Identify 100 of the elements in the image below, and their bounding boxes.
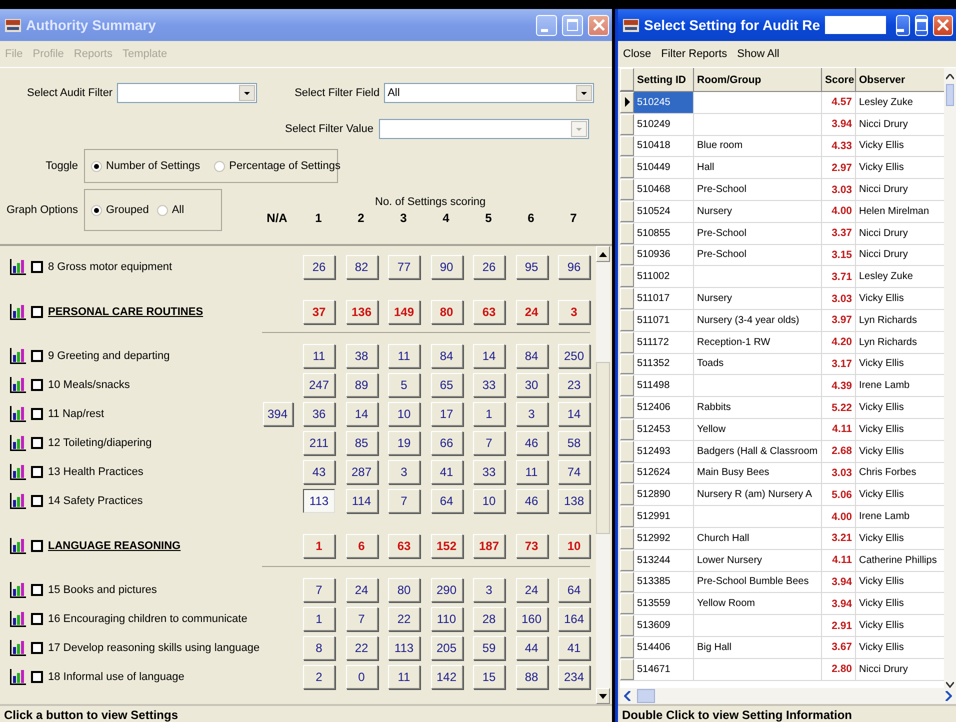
checkbox[interactable] [31,378,43,390]
checkbox[interactable] [31,306,43,318]
value-button[interactable]: 164 [558,606,590,630]
value-button[interactable]: 63 [388,534,420,558]
value-button[interactable]: 36 [303,402,335,426]
radio-option[interactable]: Percentage of Settings [214,160,340,172]
checkbox[interactable] [31,642,43,654]
value-button[interactable]: 187 [473,534,505,558]
value-button[interactable]: 7 [473,430,505,454]
value-button[interactable]: 3 [516,402,548,426]
checkbox[interactable] [31,670,43,682]
value-button[interactable]: 7 [346,606,378,630]
value-button[interactable]: 136 [346,300,378,324]
value-button[interactable]: 24 [346,578,378,602]
scrollbar[interactable] [596,246,610,704]
value-button[interactable]: 95 [516,254,548,278]
value-button[interactable]: 30 [516,372,548,396]
value-button[interactable]: 22 [346,636,378,660]
menu-item[interactable]: Show All [737,48,780,60]
value-button[interactable]: 46 [516,430,548,454]
value-button[interactable]: 7 [388,488,420,512]
checkbox[interactable] [31,260,43,272]
value-button[interactable]: 142 [430,664,462,688]
value-button[interactable]: 77 [388,254,420,278]
value-button[interactable]: 11 [303,344,335,368]
value-button[interactable]: 10 [388,402,420,426]
menu-item[interactable]: Close [623,48,652,60]
value-button[interactable]: 234 [558,664,590,688]
value-button[interactable]: 26 [303,254,335,278]
value-button[interactable]: 15 [473,664,505,688]
value-button[interactable]: 44 [516,636,548,660]
value-button[interactable]: 96 [558,254,590,278]
value-button[interactable]: 7 [303,578,335,602]
value-button[interactable]: 3 [558,300,590,324]
value-button[interactable]: 113 [388,636,420,660]
value-button[interactable]: 43 [303,460,335,484]
checkbox[interactable] [31,466,43,478]
value-button[interactable]: 84 [430,344,462,368]
value-button[interactable]: 287 [346,460,378,484]
value-button[interactable]: 14 [473,344,505,368]
value-button[interactable]: 152 [430,534,462,558]
scrollbar[interactable] [944,68,956,688]
value-button[interactable]: 90 [430,254,462,278]
value-button[interactable]: 64 [430,488,462,512]
value-button[interactable]: 74 [558,460,590,484]
value-button[interactable]: 80 [388,578,420,602]
value-button[interactable]: 65 [430,372,462,396]
checkbox[interactable] [31,612,43,624]
checkbox[interactable] [31,584,43,596]
checkbox[interactable] [31,494,43,506]
value-button[interactable]: 1 [473,402,505,426]
checkbox[interactable] [31,540,43,552]
value-button[interactable]: 3 [473,578,505,602]
value-button[interactable]: 14 [346,402,378,426]
column-header[interactable]: Score [822,68,856,91]
value-button[interactable]: 19 [388,430,420,454]
value-button[interactable]: 11 [388,664,420,688]
value-button[interactable]: 88 [516,664,548,688]
value-button[interactable]: 28 [473,606,505,630]
column-header[interactable]: Room/Group [694,68,822,91]
value-button[interactable]: 41 [558,636,590,660]
value-button[interactable]: 211 [303,430,335,454]
value-button[interactable]: 110 [430,606,462,630]
value-button[interactable]: 160 [516,606,548,630]
column-header[interactable]: Observer [856,68,944,91]
value-button[interactable]: 394 [262,402,292,426]
value-button[interactable]: 37 [303,300,335,324]
value-button[interactable]: 89 [346,372,378,396]
radio-option[interactable]: All [156,204,184,216]
value-button[interactable]: 8 [303,636,335,660]
value-button[interactable]: 24 [516,300,548,324]
value-button[interactable]: 26 [473,254,505,278]
value-button[interactable]: 10 [558,534,590,558]
value-button[interactable]: 23 [558,372,590,396]
value-button[interactable]: 33 [473,460,505,484]
value-button[interactable]: 113 [303,488,335,512]
column-header[interactable]: Setting ID [634,68,694,91]
value-button[interactable]: 85 [346,430,378,454]
value-button[interactable]: 66 [430,430,462,454]
scrollbar[interactable] [620,688,956,704]
value-button[interactable]: 14 [558,402,590,426]
value-button[interactable]: 290 [430,578,462,602]
value-button[interactable]: 247 [303,372,335,396]
value-button[interactable]: 250 [558,344,590,368]
row-selector[interactable] [620,92,634,113]
maximize-button[interactable] [914,14,928,36]
value-button[interactable]: 46 [516,488,548,512]
radio-option[interactable]: Grouped [91,204,149,216]
radio-option[interactable]: Number of Settings [91,160,200,172]
value-button[interactable]: 114 [346,488,378,512]
close-button[interactable] [933,14,953,36]
value-button[interactable]: 58 [558,430,590,454]
value-button[interactable]: 22 [388,606,420,630]
menu-item[interactable]: Filter Reports [661,48,728,60]
minimize-button[interactable] [896,14,910,36]
value-button[interactable]: 1 [303,534,335,558]
value-button[interactable]: 80 [430,300,462,324]
value-button[interactable]: 149 [388,300,420,324]
value-button[interactable]: 38 [346,344,378,368]
value-button[interactable]: 3 [388,460,420,484]
